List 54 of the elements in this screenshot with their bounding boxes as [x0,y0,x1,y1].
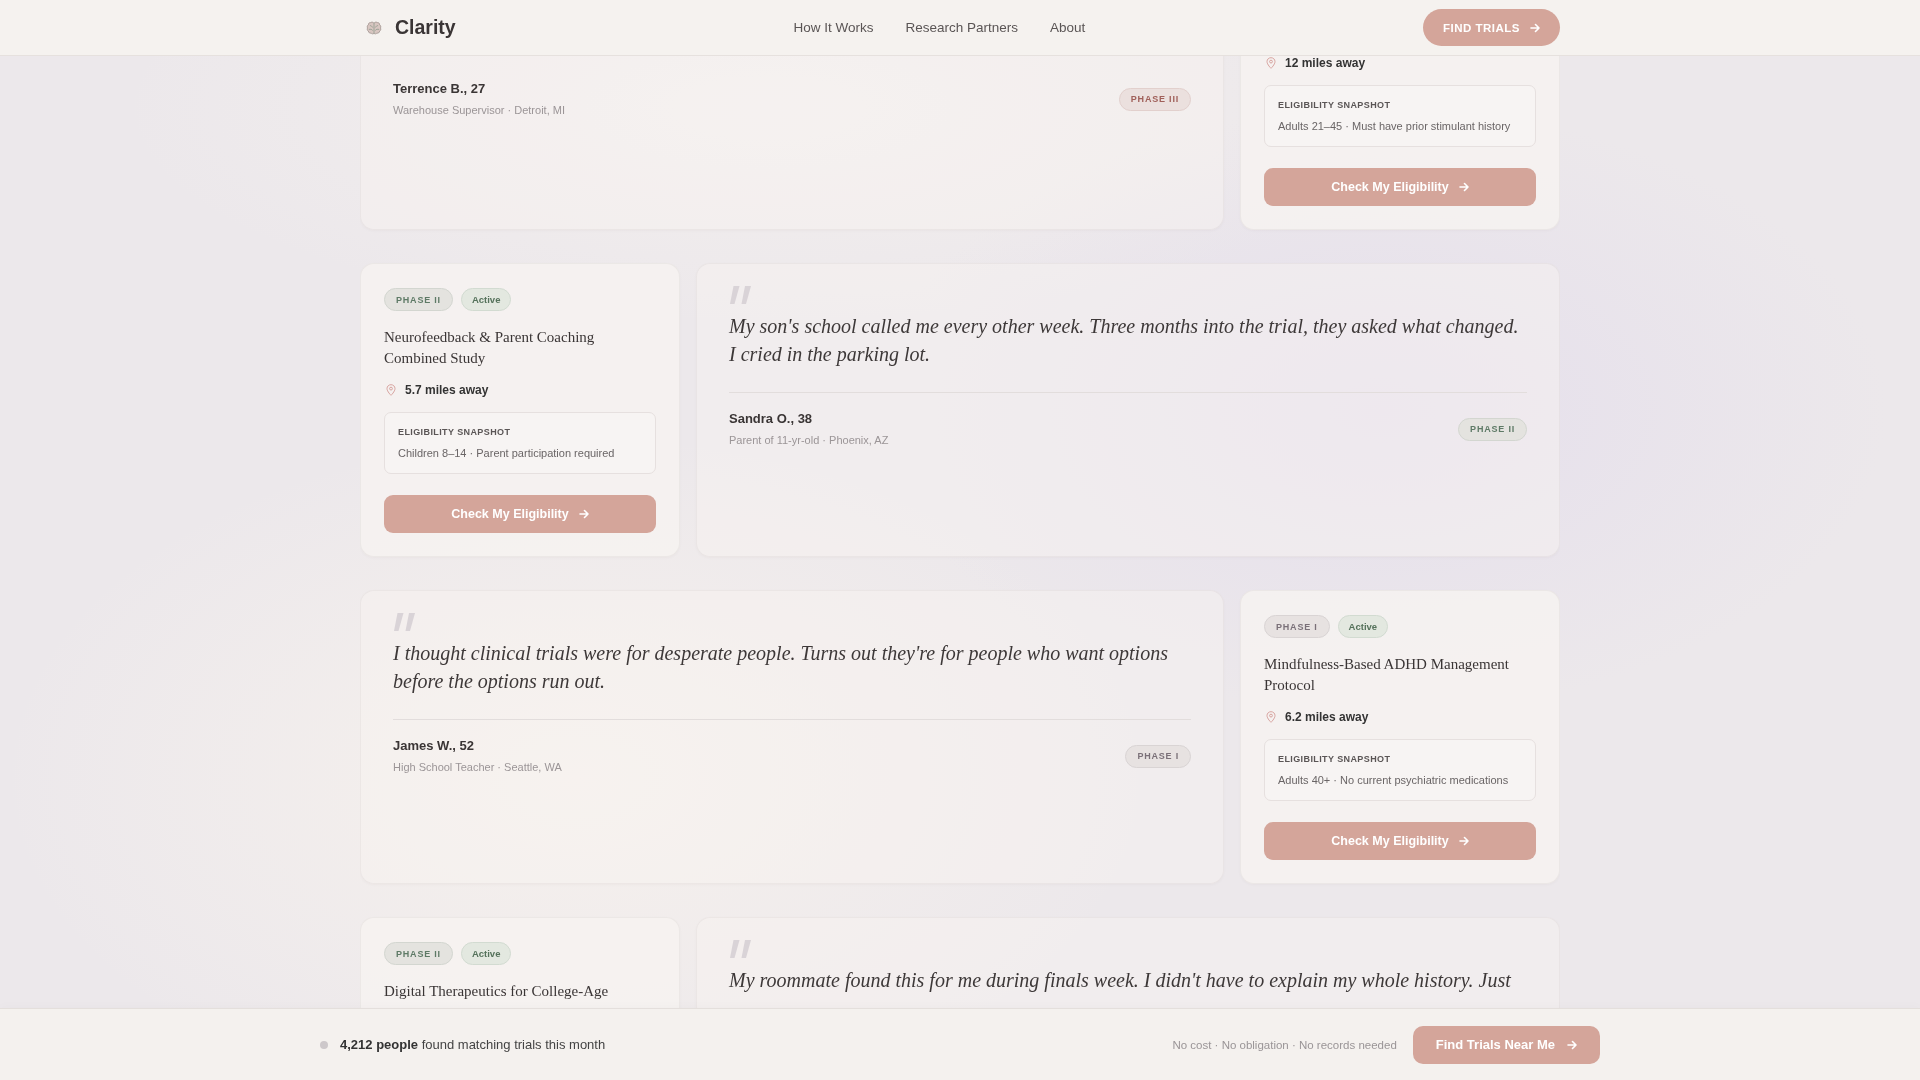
author-details: Parent of 11-yr-old · Phoenix, AZ [729,433,889,448]
check-eligibility-button[interactable]: Check My Eligibility [1264,822,1536,860]
pin-icon [1266,711,1276,723]
eligibility-text: Adults 21–45 · Must have prior stimulant history [1278,119,1512,134]
pin-icon [1266,57,1276,69]
eligibility-label: ELIGIBILITY SNAPSHOT [1278,753,1392,766]
arrow-icon [578,509,589,519]
trial-title: Digital Therapeutics for College-Age [384,982,610,1001]
pin-icon [386,384,396,396]
quote-icon [393,613,417,631]
phase-badge: PHASE II [384,288,453,311]
status-badge: Active [460,288,512,311]
eligibility-label: ELIGIBILITY SNAPSHOT [398,426,512,439]
quote-icon [729,286,753,304]
phase-badge: PHASE III [1118,87,1191,111]
check-eligibility-button[interactable]: Check My Eligibility [1264,168,1536,206]
phase-badge: PHASE II [384,942,453,965]
arrow-icon [1530,22,1540,33]
arrow-icon [1567,1039,1577,1050]
quote-text: My roommate found this for me during finals week. I didn't have to explain my whole history. Just [729,968,1512,994]
quote-text: I thought clinical trials were for desperate people. Turns out they're for people who want options before the options run out. [393,641,1169,695]
trial-title: Mindfulness-Based ADHD Management Protocol [1264,655,1510,695]
eligibility-text: Children 8–14 · Parent participation required [398,446,616,461]
check-eligibility-button[interactable]: Check My Eligibility [384,495,656,533]
author-name: James W., 52 [393,737,475,755]
find-trials-near-me-button[interactable]: Find Trials Near Me [1412,1025,1600,1064]
status-badge: Active [1337,615,1389,638]
nav-link[interactable]: Research Partners [905,20,1018,35]
nav-link[interactable]: About [1049,20,1086,35]
dot-icon [320,1040,328,1049]
distance-text: 5.7 miles away [405,383,489,397]
distance-text: 12 miles away [1285,56,1366,70]
author-name: Terrence B., 27 [393,80,487,98]
trial-title: Neurofeedback & Parent Coaching Combined Study [384,328,596,368]
phase-badge: PHASE I [1125,744,1191,768]
distance-text: 6.2 miles away [1285,710,1369,724]
brand-name[interactable]: Clarity [395,16,456,39]
arrow-icon [1458,182,1469,192]
quote-text: My son's school called me every other week. Three months into the trial, they asked what changed. I cried in the parking lot. [729,314,1520,368]
arrow-icon [1458,836,1469,846]
match-count-text: 4,212 people found matching trials this month [340,1037,606,1052]
eligibility-text: Adults 40+ · No current psychiatric medications [1278,773,1510,788]
phase-badge: PHASE I [1264,615,1330,638]
author-details: High School Teacher · Seattle, WA [393,760,562,775]
brain-icon [366,20,382,35]
find-trials-button[interactable]: FIND TRIALS [1422,9,1560,46]
assurance-text: No cost · No obligation · No records needed [1172,1038,1397,1051]
author-name: Sandra O., 38 [729,410,814,428]
author-details: Warehouse Supervisor · Detroit, MI [393,103,565,118]
status-badge: Active [460,942,512,965]
quote-icon [729,940,753,958]
nav-link[interactable]: How It Works [793,20,874,35]
eligibility-label: ELIGIBILITY SNAPSHOT [1278,99,1392,112]
phase-badge: PHASE II [1458,417,1527,441]
